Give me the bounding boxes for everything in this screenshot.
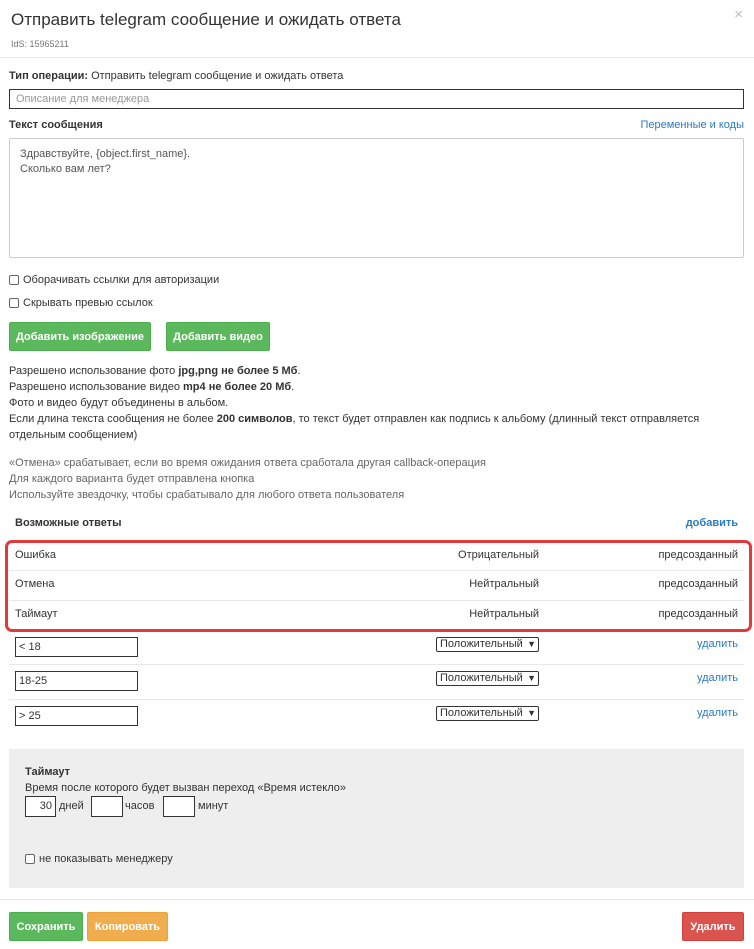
add-image-button[interactable]: Добавить изображение [9,322,151,351]
wrap-links-checkbox[interactable] [9,275,19,285]
possible-answers-title: Возможные ответы [15,517,122,529]
delete-answer-link[interactable]: удалить [697,707,738,719]
wrap-links-option[interactable]: Оборачивать ссылки для авторизации [9,274,219,286]
add-video-button[interactable]: Добавить видео [166,322,270,351]
hide-preview-checkbox[interactable] [9,298,19,308]
hide-preview-option[interactable]: Скрывать превью ссылок [9,297,153,309]
answer-value-input[interactable]: 18-25 [15,671,138,691]
message-text-label: Текст сообщения [9,119,103,131]
operation-type: Тип операции: Отправить telegram сообщен… [9,70,343,82]
media-info: Разрешено использование фото jpg,png не … [9,363,699,443]
timeout-hours-label: часов [125,800,155,812]
hide-preview-label: Скрывать превью ссылок [23,297,153,309]
wrap-links-label: Оборачивать ссылки для авторизации [23,274,220,286]
note-cancel: «Отмена» срабатывает, если во время ожид… [9,457,486,469]
chevron-down-icon: ▼ [527,639,536,649]
timeout-minutes-input[interactable] [163,796,195,817]
operation-id: IdS: 15965211 [11,39,69,49]
modal-title: Отправить telegram сообщение и ожидать о… [11,10,401,29]
photo-limit-text: Разрешено использование фото jpg,png не … [9,365,301,377]
video-limit-text: Разрешено использование видео mp4 не бол… [9,381,295,393]
operation-type-value: Отправить telegram сообщение и ожидать о… [88,70,344,82]
timeout-hours-input[interactable] [91,796,123,817]
answer-type-select[interactable]: Положительный ▼ [436,671,539,686]
answer-value-input[interactable]: < 18 [15,637,138,657]
note-asterisk: Используйте звездочку, чтобы срабатывало… [9,489,405,501]
timeout-description: Время после которого будет вызван перехо… [25,782,347,794]
answer-type-selected: Положительный [440,672,523,684]
message-textarea[interactable]: Здравствуйте, {object.first_name}. Сколь… [9,138,744,258]
timeout-days-input[interactable]: 30 [25,796,56,817]
timeout-minutes-label: минут [198,800,229,812]
delete-button[interactable]: Удалить [682,912,744,941]
predefined-answers-highlight [5,540,752,632]
note-button: Для каждого варианта будет отправлена кн… [9,473,255,485]
close-icon[interactable]: × [734,6,743,23]
caption-text: Если длина текста сообщения не более 200… [9,413,700,425]
answer-type-select[interactable]: Положительный ▼ [436,706,539,721]
timeout-title: Таймаут [25,766,71,778]
hide-from-manager-label: не показывать менеджеру [39,853,173,865]
delete-answer-link[interactable]: удалить [697,638,738,650]
copy-button[interactable]: Копировать [87,912,168,941]
answer-notes: «Отмена» срабатывает, если во время ожид… [9,455,486,503]
manager-description-input[interactable] [9,89,744,109]
album-text: Фото и видео будут объединены в альбом. [9,397,229,409]
answer-type-selected: Положительный [440,707,523,719]
answer-type-selected: Положительный [440,638,523,650]
save-button[interactable]: Сохранить [9,912,83,941]
variables-and-codes-link[interactable]: Переменные и коды [640,119,744,131]
hide-from-manager-checkbox[interactable] [25,854,35,864]
caption-text-cont: отдельным сообщением) [9,429,138,441]
modal-header: Отправить telegram сообщение и ожидать о… [0,0,754,58]
chevron-down-icon: ▼ [527,708,536,718]
footer-divider [0,899,754,900]
timeout-days-label: дней [59,800,84,812]
answer-type-select[interactable]: Положительный ▼ [436,637,539,652]
answer-value-input[interactable]: > 25 [15,706,138,726]
hide-from-manager-option[interactable]: не показывать менеджеру [25,853,173,865]
timeout-panel: Таймаут Время после которого будет вызва… [9,749,744,888]
add-answer-link[interactable]: добавить [686,517,738,529]
operation-type-label: Тип операции: [9,70,89,82]
delete-answer-link[interactable]: удалить [697,672,738,684]
chevron-down-icon: ▼ [527,673,536,683]
